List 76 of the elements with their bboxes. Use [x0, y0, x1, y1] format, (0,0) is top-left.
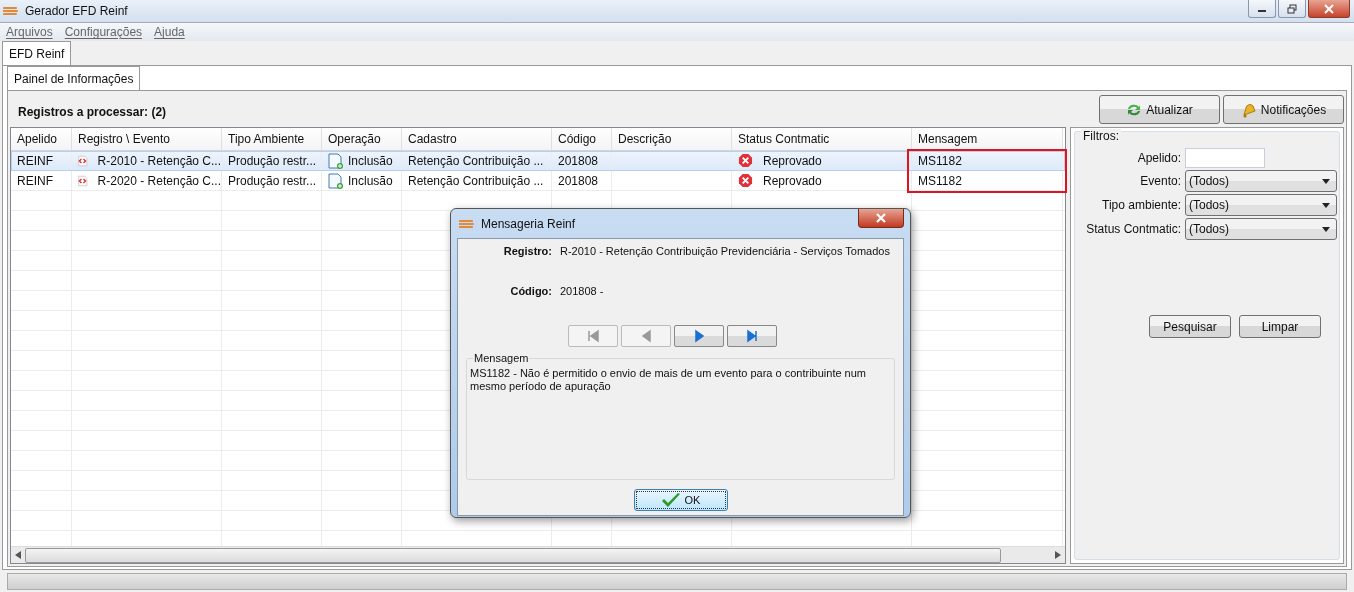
table-cell: 201808 — [558, 153, 599, 168]
first-icon — [585, 328, 601, 344]
column-header[interactable]: Código — [552, 128, 612, 151]
group-title: Mensagem — [473, 352, 530, 364]
field-value: R-2010 - Retenção Contribuição Previdenciária - Serviços Tomados — [560, 245, 890, 257]
table-row[interactable]: REINF R-2010 - Retenção C... Produção restr... Inclusão Retenção Contribuição ... 201808 Reprovado MS1182 — [11, 151, 1065, 171]
dropdown[interactable]: (Todos) — [1185, 170, 1337, 192]
message-text: MS1182 - Não é permitido o envio de mais de um evento para o contribuinte num mesmo período de apuração — [470, 367, 868, 393]
field-label: Apelido: — [1136, 151, 1181, 165]
window-title: Gerador EFD Reinf — [25, 4, 128, 18]
close-icon — [876, 213, 886, 223]
close-button[interactable] — [858, 209, 904, 228]
last-button[interactable] — [727, 325, 777, 347]
bell-icon — [1240, 101, 1257, 118]
field-label: Evento: — [1139, 174, 1181, 188]
document-add-icon — [328, 172, 344, 189]
tab[interactable]: EFD Reinf — [2, 41, 72, 65]
scroll-right-icon[interactable] — [1055, 551, 1061, 559]
table-cell: Retenção Contribuição ... — [408, 173, 544, 188]
filter-button[interactable]: Pesquisar — [1149, 315, 1231, 338]
table-cell: Inclusão — [348, 173, 393, 188]
last-icon — [744, 328, 760, 344]
refresh-button[interactable]: Atualizar — [1099, 95, 1220, 124]
table-cell: Retenção Contribuição ... — [408, 153, 544, 168]
ok-button[interactable]: OK — [633, 489, 728, 511]
table-cell: R-2010 - Retenção C... — [97, 153, 221, 168]
column-header[interactable]: Operação — [322, 128, 402, 151]
input-field[interactable] — [1185, 148, 1265, 168]
scroll-left-icon[interactable] — [15, 551, 21, 559]
close-button[interactable] — [1308, 0, 1350, 18]
next-button[interactable] — [674, 325, 724, 347]
table-cell: REINF — [17, 173, 53, 188]
column-header[interactable]: Apelido — [11, 128, 72, 151]
minimize-button[interactable] — [1248, 0, 1276, 18]
field-label: Registro: — [502, 245, 552, 257]
column-header[interactable]: Tipo Ambiente — [222, 128, 322, 151]
dropdown[interactable]: (Todos) — [1185, 218, 1337, 240]
column-header[interactable]: Registro \ Evento — [72, 128, 222, 151]
dropdown[interactable]: (Todos) — [1185, 194, 1337, 216]
table-cell: Reprovado — [763, 173, 822, 188]
app-icon — [3, 5, 19, 17]
field-label: Código: — [509, 285, 552, 297]
table-cell: R-2020 - Retenção C... — [97, 173, 221, 188]
group-title: Filtros: — [1081, 129, 1121, 143]
notifications-button[interactable]: Notificações — [1223, 95, 1344, 124]
close-icon — [1324, 3, 1334, 14]
table-cell: MS1182 — [918, 153, 962, 168]
column-header[interactable]: Cadastro — [402, 128, 552, 151]
filter-button[interactable]: Limpar — [1239, 315, 1321, 338]
check-icon — [660, 492, 681, 508]
field-label: Tipo ambiente: — [1101, 198, 1181, 212]
table-cell: Produção restr... — [228, 173, 317, 188]
table-cell: MS1182 — [918, 173, 962, 188]
table-cell: 201808 — [558, 173, 599, 188]
column-header[interactable]: Descrição — [612, 128, 732, 151]
column-header[interactable]: Status Contmatic — [732, 128, 912, 151]
table-cell: Inclusão — [348, 153, 393, 168]
dropdown-arrow-icon — [1322, 178, 1330, 184]
dropdown-arrow-icon — [1322, 226, 1330, 232]
document-add-icon — [328, 152, 344, 169]
field-value: 201808 - — [560, 285, 604, 297]
column-header[interactable]: Mensagem — [912, 128, 1063, 151]
table-cell: REINF — [17, 153, 53, 168]
restore-icon — [1287, 3, 1297, 14]
records-count: Registros a processar: (2) — [17, 104, 167, 119]
menu-item[interactable]: Ajuda — [154, 25, 185, 39]
dropdown-arrow-icon — [1322, 202, 1330, 208]
maximize-button[interactable] — [1278, 0, 1306, 18]
dialog-title: Mensageria Reinf — [481, 216, 576, 231]
table-cell: Produção restr... — [228, 153, 317, 168]
menu-item[interactable]: Arquivos — [6, 25, 53, 39]
tab[interactable]: Painel de Informações — [7, 66, 141, 90]
app-icon — [459, 217, 475, 230]
field-label: Status Contmatic: — [1085, 222, 1181, 236]
table-cell: Reprovado — [763, 153, 822, 168]
menu-item[interactable]: Configurações — [64, 25, 143, 39]
